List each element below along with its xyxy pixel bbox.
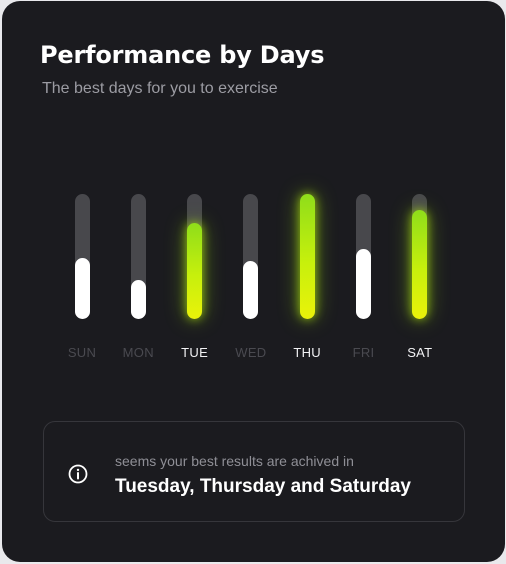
- bar-track-wed: [243, 194, 259, 319]
- bar-fri: [356, 249, 371, 319]
- day-label-fri: FRI: [352, 345, 375, 360]
- summary-best-days: Tuesday, Thursday and Saturday: [115, 476, 411, 497]
- bar-track-mon: [130, 194, 146, 319]
- summary-caption: seems your best results are achived in: [115, 453, 354, 469]
- day-label-mon: MON: [122, 345, 154, 360]
- day-label-sat: SAT: [407, 345, 433, 360]
- days-bar-chart: SUN MON TUE WED THU FRI SAT: [2, 1, 505, 381]
- day-label-wed: WED: [235, 345, 267, 360]
- bar-wed: [243, 261, 259, 319]
- bar-track-tue: [187, 194, 203, 319]
- day-label-thu: THU: [293, 345, 321, 360]
- best-days-summary: seems your best results are achived in T…: [43, 421, 465, 522]
- bar-sun: [74, 258, 90, 319]
- bar-mon: [130, 280, 146, 319]
- bar-tue: [187, 223, 203, 319]
- bar-track-thu: [299, 194, 315, 319]
- day-label-tue: TUE: [181, 345, 209, 360]
- info-circle-icon: [68, 464, 88, 484]
- bar-track-sat: [412, 194, 428, 319]
- day-label-sun: SUN: [67, 345, 97, 360]
- bar-track-fri: [356, 194, 371, 319]
- bar-track-sun: [74, 194, 90, 319]
- bar-sat: [412, 210, 428, 319]
- bar-thu: [299, 194, 315, 319]
- performance-card: Performance by Days The best days for yo…: [2, 1, 505, 562]
